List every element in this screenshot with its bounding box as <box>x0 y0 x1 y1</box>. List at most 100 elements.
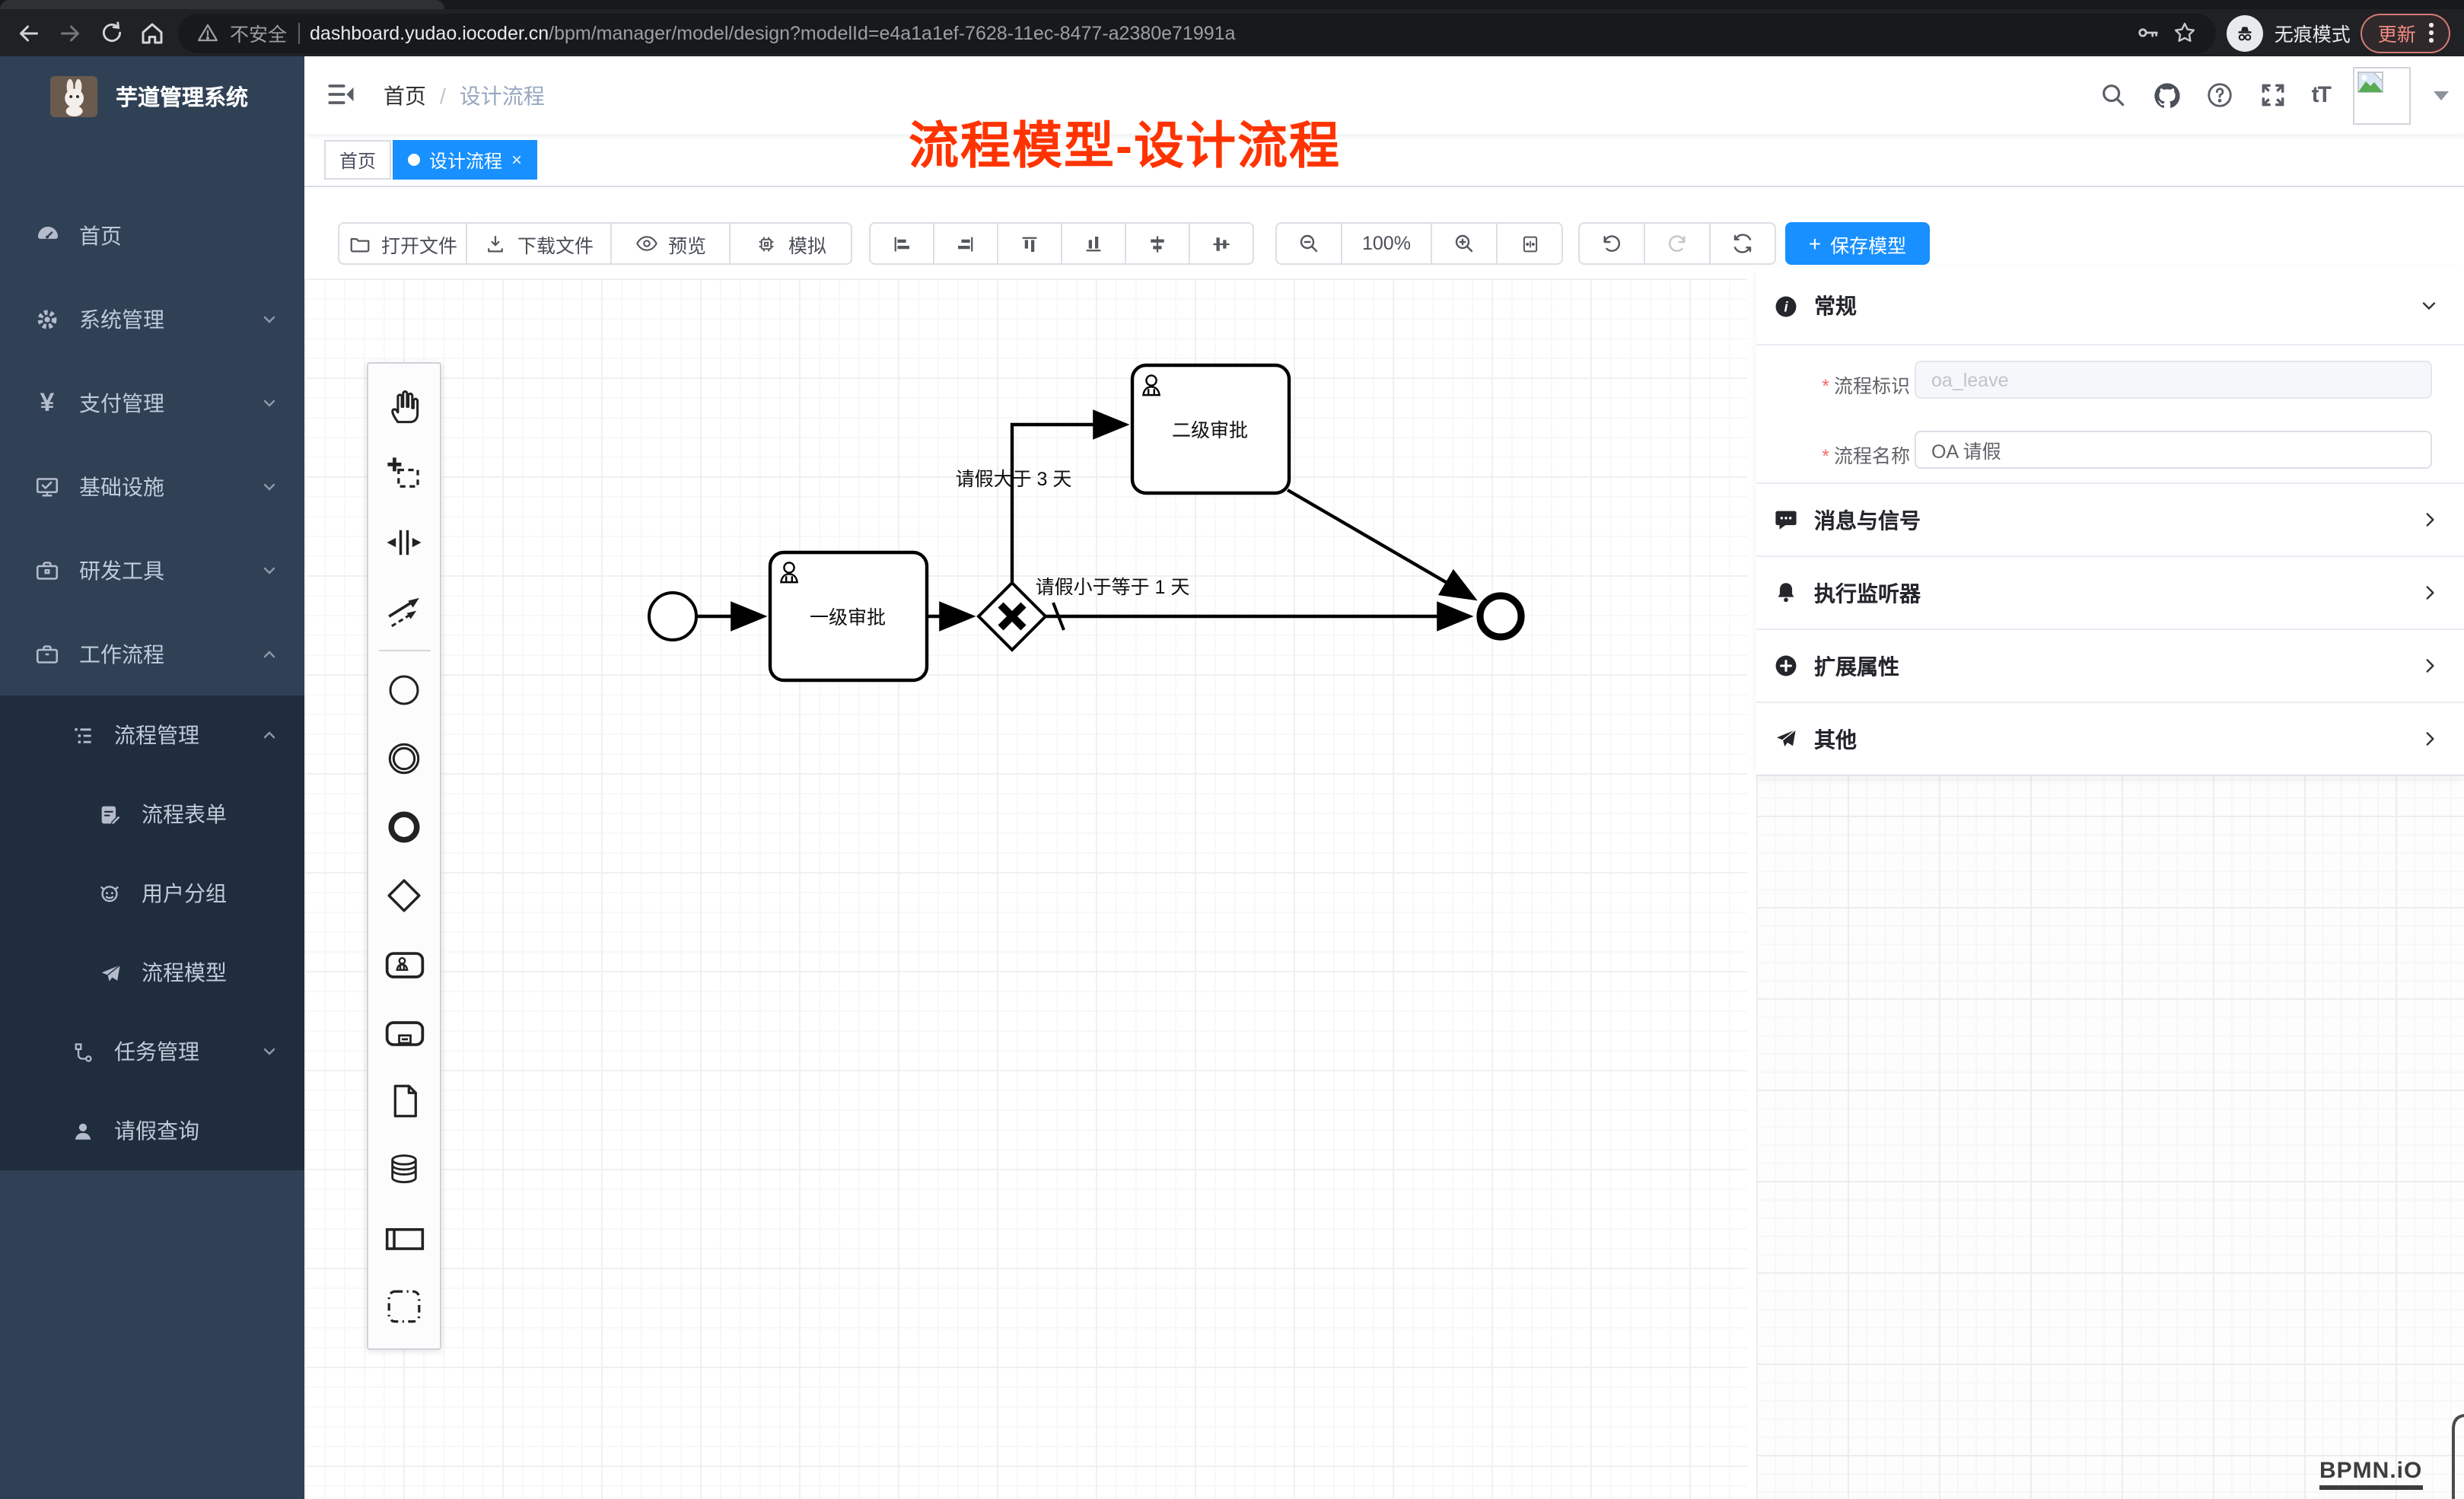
file-button-group: 打开文件 下载文件 预览 模拟 <box>338 222 852 265</box>
sidebar-item-label: 工作流程 <box>79 638 164 669</box>
back-icon[interactable] <box>14 18 44 48</box>
chevron-down-icon <box>2418 295 2440 317</box>
user-task-node-2[interactable]: 二级审批 <box>1132 365 1289 493</box>
zoom-in-icon <box>1452 231 1476 256</box>
section-general[interactable]: i 常规 <box>1756 268 2464 344</box>
browser-toolbar: 不安全 dashboard.yudao.iocoder.cn/bpm/manag… <box>0 9 2464 56</box>
forward-icon[interactable] <box>55 18 85 48</box>
sidebar-item-task-mgmt[interactable]: 任务管理 <box>0 1012 304 1091</box>
section-extended-attributes[interactable]: 扩展属性 <box>1756 629 2464 702</box>
sidebar-item-devtools[interactable]: 研发工具 <box>0 528 304 612</box>
plane-icon <box>94 960 125 985</box>
fullscreen-icon[interactable] <box>2259 80 2289 110</box>
gateway-icon[interactable] <box>369 861 439 930</box>
subprocess-icon[interactable] <box>369 998 439 1067</box>
bpmn-io-watermark[interactable]: BPMN.iO <box>2319 1458 2422 1490</box>
start-event-node[interactable] <box>649 593 696 640</box>
redo-button[interactable] <box>1644 222 1711 265</box>
sidebar-item-infra[interactable]: 基础设施 <box>0 444 304 528</box>
list-icon <box>67 722 97 748</box>
group-icon[interactable] <box>369 1272 439 1341</box>
url-bar[interactable]: 不安全 dashboard.yudao.iocoder.cn/bpm/manag… <box>178 13 2217 53</box>
align-left-button[interactable] <box>869 222 934 265</box>
align-bottom-button[interactable] <box>1061 222 1126 265</box>
preview-button[interactable]: 预览 <box>610 222 731 265</box>
save-label: 保存模型 <box>1830 229 1906 258</box>
sidebar-logo[interactable]: 芋道管理系统 <box>0 56 304 137</box>
end-event-icon[interactable] <box>369 793 439 861</box>
align-top-button[interactable] <box>997 222 1062 265</box>
zoom-out-button[interactable] <box>1275 222 1342 265</box>
align-right-button[interactable] <box>933 222 998 265</box>
process-name-input[interactable] <box>1915 431 2432 469</box>
sidebar-item-system[interactable]: 系统管理 <box>0 277 304 361</box>
toolbox-icon <box>32 556 62 584</box>
update-button[interactable]: 更新 <box>2361 13 2450 53</box>
logo-image <box>50 76 97 117</box>
sidebar-item-process-form[interactable]: 流程表单 <box>0 775 304 854</box>
home-icon[interactable] <box>137 18 167 48</box>
reset-zoom-button[interactable] <box>1496 222 1563 265</box>
section-messages-signals[interactable]: 消息与信号 <box>1756 482 2464 555</box>
zoom-level-display[interactable]: 100% <box>1341 222 1432 265</box>
zoom-in-button[interactable] <box>1431 222 1498 265</box>
avatar[interactable] <box>2353 66 2411 124</box>
tag-design-process[interactable]: 设计流程 × <box>393 140 537 180</box>
button-label: 下载文件 <box>517 229 594 258</box>
flow-task2-to-end[interactable] <box>1288 490 1473 598</box>
save-model-button[interactable]: + 保存模型 <box>1785 222 1930 265</box>
tag-home[interactable]: 首页 <box>324 140 391 180</box>
section-title: 执行监听器 <box>1814 578 1921 608</box>
hand-tool-icon[interactable] <box>369 371 439 440</box>
simulate-button[interactable]: 模拟 <box>729 222 852 265</box>
hamburger-icon[interactable] <box>324 78 361 114</box>
sidebar-item-process-model[interactable]: 流程模型 <box>0 933 304 1012</box>
sidebar-item-home[interactable]: 首页 <box>0 193 304 277</box>
align-center-horizontal-button[interactable] <box>1125 222 1190 265</box>
user-task-icon[interactable] <box>369 930 439 998</box>
connect-tool-icon[interactable] <box>369 577 439 645</box>
caret-down-icon[interactable] <box>2434 91 2449 100</box>
user-task-node-1[interactable]: 一级审批 <box>770 552 927 680</box>
undo-button[interactable] <box>1578 222 1645 265</box>
refresh-button[interactable] <box>1709 222 1776 265</box>
menu-dots-icon[interactable] <box>2430 23 2434 43</box>
search-icon[interactable] <box>2099 80 2129 110</box>
sidebar-item-pay[interactable]: ¥ 支付管理 <box>0 361 304 444</box>
sidebar-item-leave-query[interactable]: 请假查询 <box>0 1091 304 1170</box>
intermediate-event-icon[interactable] <box>369 724 439 793</box>
sidebar-item-label: 基础设施 <box>79 471 164 501</box>
chevron-down-icon <box>260 393 279 412</box>
start-event-icon[interactable] <box>369 656 439 724</box>
star-icon[interactable] <box>2173 18 2198 48</box>
sidebar-item-label: 请假查询 <box>114 1115 199 1146</box>
tab-close-icon[interactable]: × <box>511 151 522 169</box>
process-key-input <box>1915 361 2432 399</box>
sidebar-item-user-group[interactable]: 用户分组 <box>0 854 304 933</box>
font-size-icon[interactable]: tT <box>2312 82 2330 108</box>
align-center-vertical-button[interactable] <box>1189 222 1254 265</box>
download-file-button[interactable]: 下载文件 <box>466 222 612 265</box>
participant-icon[interactable] <box>369 1204 439 1272</box>
sidebar-item-process-mgmt[interactable]: 流程管理 <box>0 695 304 775</box>
open-file-button[interactable]: 打开文件 <box>338 222 467 265</box>
sidebar-item-workflow[interactable]: 工作流程 <box>0 612 304 695</box>
flow-gateway-to-task2[interactable] <box>1012 425 1125 583</box>
data-object-icon[interactable] <box>369 1067 439 1135</box>
breadcrumb-home[interactable]: 首页 <box>384 81 426 111</box>
browser-active-tab[interactable] <box>0 0 444 9</box>
section-other[interactable]: 其他 <box>1756 702 2464 775</box>
help-icon[interactable] <box>2205 80 2236 110</box>
data-store-icon[interactable] <box>369 1135 439 1204</box>
reload-icon[interactable] <box>96 18 126 48</box>
lasso-tool-icon[interactable] <box>369 440 439 508</box>
key-icon[interactable] <box>2136 18 2162 48</box>
space-tool-icon[interactable] <box>369 508 439 577</box>
download-icon <box>484 231 508 256</box>
end-event-node[interactable] <box>1480 596 1521 637</box>
sidebar-menu: 首页 系统管理 ¥ 支付管理 基础设施 <box>0 193 304 1170</box>
github-icon[interactable] <box>2152 80 2182 110</box>
screenshot-root: 不安全 dashboard.yudao.iocoder.cn/bpm/manag… <box>0 0 2464 1499</box>
zoom-button-group: 100% <box>1275 222 1563 265</box>
section-execution-listeners[interactable]: 执行监听器 <box>1756 555 2464 629</box>
